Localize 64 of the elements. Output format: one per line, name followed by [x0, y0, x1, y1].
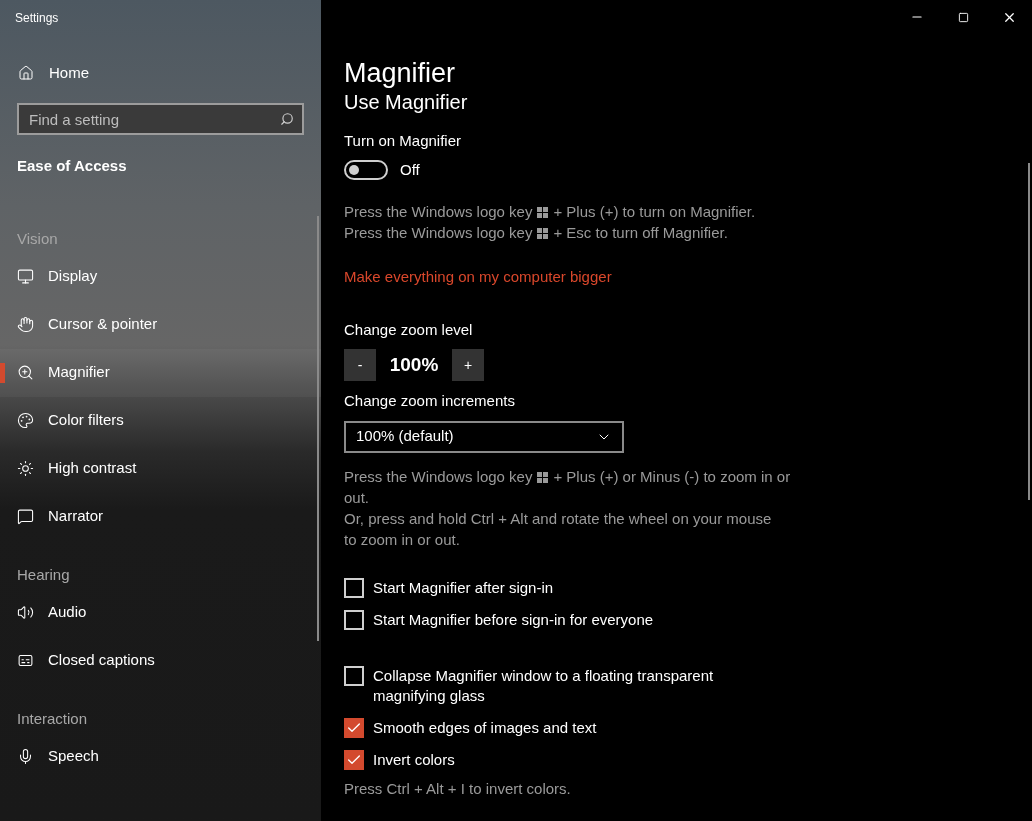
group-heading: Interaction — [16, 708, 89, 729]
checkbox-option[interactable]: Collapse Magnifier window to a floating transparent magnifying glass — [344, 665, 744, 706]
invert-hint: Press Ctrl + Alt + I to invert colors. — [344, 778, 572, 799]
hint-text: Press the Windows logo key — [344, 224, 533, 241]
toggle-state: Off — [400, 159, 420, 180]
checkbox[interactable] — [344, 577, 364, 598]
hint-text: + Plus (+) to turn on Magnifier. — [553, 203, 756, 220]
home-icon — [18, 65, 34, 81]
checkbox[interactable] — [344, 717, 364, 738]
maximize-icon — [957, 11, 969, 23]
checkbox-option[interactable]: Start Magnifier before sign-in for everyone — [344, 609, 744, 630]
hint-text: + Plus (+) or Minus (-) to zoom in or — [553, 467, 791, 485]
nav-item[interactable]: Display — [0, 252, 321, 301]
checkbox-option[interactable]: Start Magnifier after sign-in — [344, 577, 744, 598]
toggle-switch[interactable] — [344, 159, 388, 180]
checkbox-option[interactable]: Invert colors — [344, 749, 744, 770]
zoom-increase-button[interactable]: + — [452, 349, 484, 381]
hand-pointer-icon — [17, 316, 34, 333]
windows-logo-icon — [537, 207, 549, 218]
hint-text: out. — [344, 488, 370, 506]
nav-item[interactable]: Color filters — [0, 396, 321, 445]
bigger-link[interactable]: Make everything on my computer bigger — [344, 266, 1032, 289]
zoom-decrease-button[interactable]: - — [344, 349, 376, 381]
nav-item[interactable]: High contrast — [0, 444, 321, 493]
zoom-increments-label: Change zoom increments — [344, 391, 516, 411]
group-heading: Hearing — [16, 564, 71, 585]
hint-text: to zoom in or out. — [344, 530, 460, 548]
search-icon — [280, 112, 294, 126]
hint-text: Or, press and hold Ctrl + Alt and rotate the wheel on your mouse — [344, 509, 772, 527]
hint-text: Press the Windows logo key — [344, 467, 533, 485]
hint-text: + Esc to turn off Magnifier. — [553, 224, 728, 241]
checkbox[interactable] — [344, 665, 364, 686]
palette-icon — [17, 412, 34, 429]
checkbox[interactable] — [344, 749, 364, 770]
nav-item[interactable]: Narrator — [0, 492, 321, 541]
checkbox-option[interactable]: Smooth edges of images and text — [344, 717, 744, 738]
nav-item[interactable]: Cursor & pointer — [0, 300, 321, 349]
captions-icon — [17, 652, 34, 669]
microphone-icon — [17, 748, 34, 765]
nav-item[interactable]: Audio — [0, 588, 321, 637]
speech-bubble-icon — [17, 508, 34, 525]
windows-logo-icon — [537, 471, 549, 483]
monitor-icon — [17, 268, 34, 285]
checkbox[interactable] — [344, 609, 364, 630]
zoom-increments-dropdown[interactable]: 100% (default) — [344, 420, 624, 453]
group-heading: Vision — [16, 228, 59, 249]
page-title: Magnifier — [344, 57, 457, 90]
nav-item[interactable]: Magnifier — [0, 348, 321, 397]
hint-text: Press the Windows logo key — [344, 203, 533, 220]
window-title: Settings — [15, 10, 59, 27]
zoom-value: 100% — [388, 352, 440, 377]
page-subtitle: Use Magnifier — [344, 90, 469, 115]
section-title: Ease of Access — [16, 156, 128, 176]
windows-logo-icon — [537, 228, 549, 239]
search-field[interactable]: Find a setting — [17, 103, 304, 135]
home-nav-item[interactable]: Home — [0, 53, 321, 93]
zoom-level-label: Change zoom level — [344, 319, 474, 340]
nav-item[interactable]: Speech — [0, 732, 321, 781]
sun-icon — [17, 460, 34, 477]
selection-indicator — [0, 362, 5, 383]
zoom-in-icon — [17, 364, 34, 381]
speaker-icon — [17, 604, 34, 621]
nav-item[interactable]: Closed captions — [0, 636, 321, 685]
toggle-label: Turn on Magnifier — [344, 131, 462, 151]
